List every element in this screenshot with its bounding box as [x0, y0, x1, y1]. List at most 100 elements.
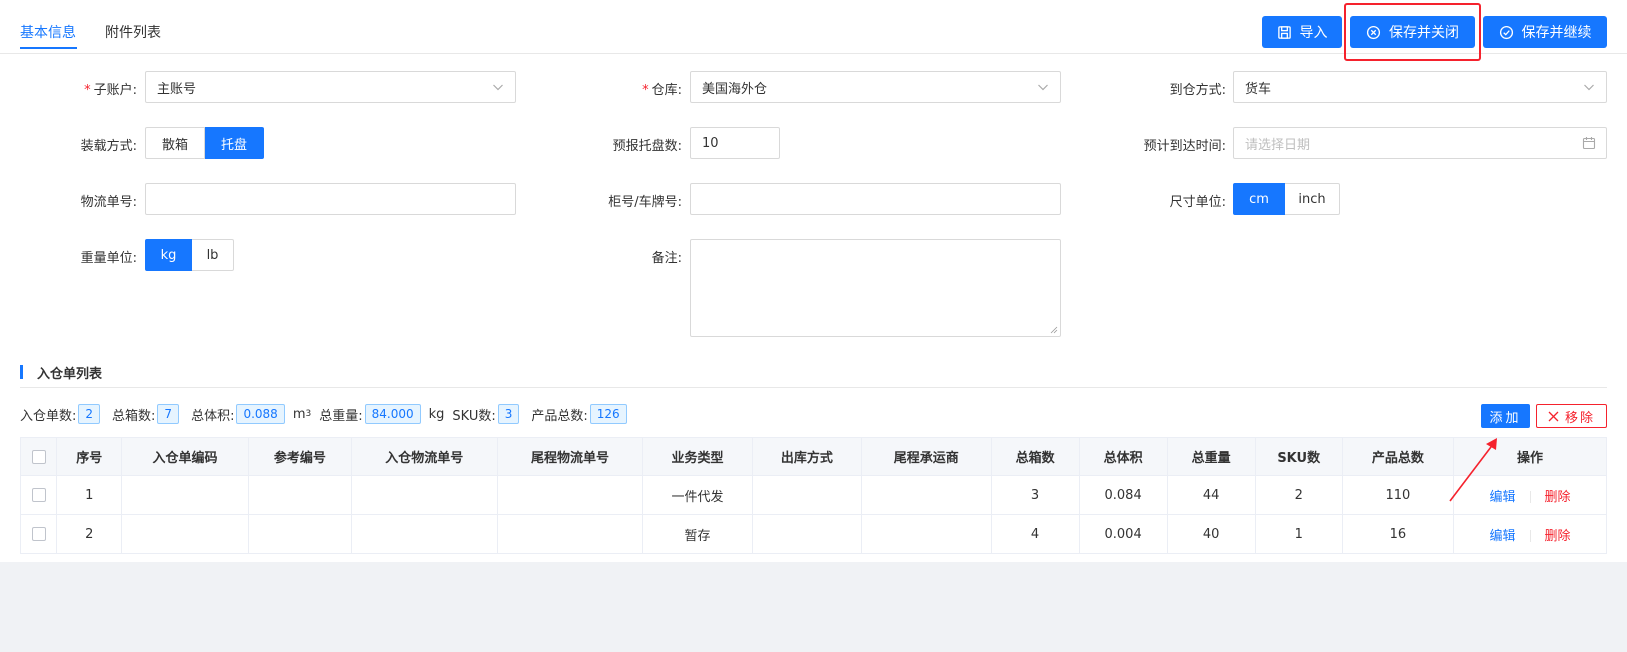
import-button[interactable]: 导入 [1262, 16, 1342, 48]
save-and-continue-button[interactable]: 保存并继续 [1483, 16, 1607, 48]
col-header: 产品总数 [1341, 437, 1455, 476]
check-circle-icon [1499, 25, 1513, 39]
cell-actions: 编辑 删除 [1453, 514, 1607, 554]
section-title: 入仓单列表 [37, 367, 103, 382]
sku-label: SKU数: [452, 408, 496, 424]
add-button[interactable]: 添加 [1481, 404, 1530, 428]
weight-unit-option-lb[interactable]: lb [192, 239, 234, 271]
chevron-down-icon [1038, 84, 1048, 91]
chevron-down-icon [493, 84, 503, 91]
row-checkbox[interactable] [31, 488, 46, 502]
sub-account-label: * 子账户: [84, 83, 137, 98]
cell-code [121, 514, 249, 554]
tab-attachments[interactable]: 附件列表 [105, 22, 161, 42]
remove-button[interactable]: 移除 [1536, 404, 1607, 428]
arrival-method-value: 货车 [1245, 81, 1272, 97]
cell-volume: 0.084 [1078, 475, 1168, 515]
inbound-order-table: 序号 入仓单编码 参考编号 入仓物流单号 尾程物流单号 业务类型 出库方式 尾程… [19, 437, 1607, 554]
cell-carrier [861, 475, 992, 515]
delete-link[interactable]: 删除 [1545, 490, 1571, 505]
cell-index: 2 [56, 514, 123, 554]
cell-inbound-tracking [350, 514, 498, 554]
loading-option-loose-box[interactable]: 散箱 [145, 127, 205, 159]
main-panel: 基本信息 附件列表 导入 保存并关闭 保存并继续 * 子账户: 主账号 * 仓库: … [0, 0, 1627, 562]
close-icon [1548, 411, 1559, 421]
cell-products: 16 [1341, 514, 1455, 554]
row-checkbox[interactable] [31, 527, 46, 541]
weight-unit: kg [428, 406, 445, 422]
weight-unit-toggle: kg lb [145, 239, 234, 271]
eta-date-picker[interactable]: 请选择日期 [1233, 127, 1607, 159]
select-all-checkbox[interactable] [31, 449, 46, 464]
col-header: 总重量 [1166, 437, 1256, 476]
eta-placeholder: 请选择日期 [1245, 137, 1311, 153]
col-header: 总箱数 [990, 437, 1080, 476]
col-header: 尾程承运商 [861, 437, 992, 476]
order-count-badge: 2 [78, 404, 101, 424]
remark-textarea[interactable] [690, 239, 1061, 337]
arrival-method-label: 到仓方式: [1169, 83, 1226, 98]
container-number-label: 柜号/车牌号: [608, 195, 682, 210]
remove-button-label: 移除 [1564, 410, 1595, 426]
arrival-method-select[interactable]: 货车 [1233, 71, 1607, 103]
cell-biz-type: 暂存 [642, 514, 753, 554]
box-total-label: 总箱数: [112, 408, 156, 424]
tab-basic-info[interactable]: 基本信息 [20, 22, 76, 42]
warehouse-select[interactable]: 美国海外仓 [690, 71, 1061, 103]
product-total-label: 产品总数: [531, 408, 588, 424]
action-separator [1529, 530, 1531, 542]
weight-unit-option-kg[interactable]: kg [145, 239, 192, 271]
pallet-count-input[interactable]: 10 [690, 127, 780, 159]
size-unit-toggle: cm inch [1233, 183, 1340, 215]
cell-code [121, 475, 249, 515]
pallet-count-label: 预报托盘数: [612, 139, 682, 154]
cell-carrier [861, 514, 992, 554]
row-select-cell [19, 475, 58, 515]
action-separator [1529, 491, 1531, 503]
col-header: 入仓物流单号 [350, 437, 498, 476]
col-header: 序号 [56, 437, 123, 476]
weight-badge: 84.000 [364, 404, 421, 424]
cell-weight: 40 [1166, 514, 1256, 554]
box-total-badge: 7 [157, 404, 180, 424]
import-button-label: 导入 [1299, 25, 1328, 41]
tracking-number-label: 物流单号: [80, 195, 137, 210]
loading-option-pallet[interactable]: 托盘 [205, 127, 264, 159]
save-and-continue-label: 保存并继续 [1521, 25, 1592, 41]
container-number-input[interactable] [690, 183, 1061, 215]
cell-products: 110 [1341, 475, 1455, 515]
tracking-number-input[interactable] [145, 183, 516, 215]
eta-label: 预计到达时间: [1143, 139, 1226, 154]
section-accent-bar [20, 365, 23, 379]
cell-sku: 1 [1254, 514, 1343, 554]
loading-method-label: 装载方式: [80, 139, 137, 154]
cell-biz-type: 一件代发 [642, 475, 753, 515]
remark-label: 备注: [651, 251, 682, 266]
close-circle-icon [1366, 25, 1381, 39]
row-select-cell [19, 514, 58, 554]
size-unit-option-inch[interactable]: inch [1285, 183, 1340, 215]
sub-account-value: 主账号 [157, 81, 197, 97]
edit-link[interactable]: 编辑 [1490, 529, 1516, 544]
cell-weight: 44 [1166, 475, 1256, 515]
delete-link[interactable]: 删除 [1545, 529, 1571, 544]
sub-account-select[interactable]: 主账号 [145, 71, 516, 103]
loading-method-toggle: 散箱 托盘 [145, 127, 264, 159]
col-header: 尾程物流单号 [496, 437, 644, 476]
table-row: 1 一件代发 3 0.084 44 2 110 编辑 删除 [19, 475, 1607, 515]
product-total-badge: 126 [589, 404, 627, 424]
col-header: 入仓单编码 [121, 437, 249, 476]
cell-outbound [751, 514, 863, 554]
save-disk-icon [1277, 25, 1291, 39]
size-unit-option-cm[interactable]: cm [1233, 183, 1285, 215]
order-count-label: 入仓单数: [20, 408, 77, 424]
save-and-close-button[interactable]: 保存并关闭 [1350, 16, 1475, 48]
cell-last-mile-tracking [496, 514, 644, 554]
col-header: 参考编号 [247, 437, 352, 476]
resize-grip-icon[interactable] [1050, 326, 1058, 334]
volume-unit: m [292, 406, 306, 422]
size-unit-label: 尺寸单位: [1169, 195, 1226, 210]
section-divider [20, 387, 1607, 388]
weight-unit-label: 重量单位: [80, 251, 137, 266]
cell-ref [247, 514, 352, 554]
